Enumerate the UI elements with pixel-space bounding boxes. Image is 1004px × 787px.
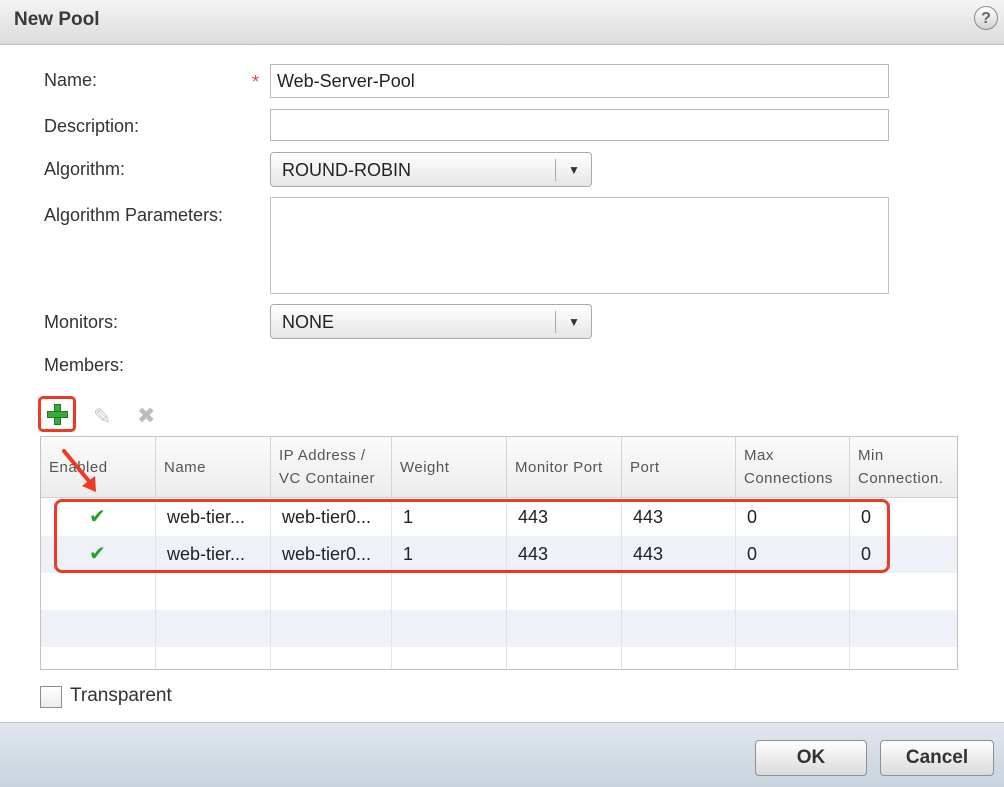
help-icon[interactable]: ? [974, 6, 998, 30]
monitors-select[interactable]: NONE ▼ [270, 304, 592, 339]
member-port: 443 [622, 536, 736, 573]
column-header-name[interactable]: Name [156, 437, 271, 497]
table-header: Enabled Name IP Address / VC Container W… [41, 437, 957, 498]
table-row[interactable]: ✔ web-tier... web-tier0... 1 443 443 0 0 [41, 499, 957, 536]
column-header-ip-address[interactable]: IP Address / VC Container [271, 437, 392, 497]
empty-table-row [41, 610, 957, 647]
empty-cell [622, 573, 736, 610]
enabled-check-icon[interactable]: ✔ [41, 499, 156, 536]
column-header-monitor-port[interactable]: Monitor Port [507, 437, 622, 497]
empty-cell [392, 647, 507, 669]
empty-cell [156, 573, 271, 610]
name-input[interactable] [270, 64, 889, 98]
member-monitor-port: 443 [507, 499, 622, 536]
member-port: 443 [622, 499, 736, 536]
empty-cell [156, 647, 271, 669]
member-weight: 1 [392, 536, 507, 573]
member-max-connections: 0 [736, 499, 850, 536]
empty-cell [736, 573, 850, 610]
algorithm-select[interactable]: ROUND-ROBIN ▼ [270, 152, 592, 187]
member-min-connections: 0 [861, 544, 872, 564]
empty-cell [850, 610, 957, 647]
name-label: Name: [44, 70, 98, 90]
empty-cell [392, 573, 507, 610]
description-input[interactable] [270, 109, 889, 141]
empty-cell [41, 647, 156, 669]
algorithm-parameters-input[interactable] [270, 197, 889, 294]
dialog-titlebar: New Pool ? [0, 0, 1004, 45]
column-header-min-connections[interactable]: Min Connection. [850, 437, 957, 497]
x-icon[interactable]: ✖ [137, 403, 155, 429]
empty-table-row [41, 647, 957, 669]
monitors-value: NONE [282, 312, 335, 332]
pencil-icon[interactable]: ✎ [93, 404, 111, 430]
empty-cell [156, 610, 271, 647]
member-weight: 1 [392, 499, 507, 536]
empty-cell [271, 647, 392, 669]
empty-cell [850, 647, 957, 669]
member-ip: web-tier0... [271, 499, 392, 536]
empty-cell [507, 610, 622, 647]
members-table: Enabled Name IP Address / VC Container W… [40, 436, 958, 670]
plus-icon [47, 404, 68, 425]
empty-cell [271, 610, 392, 647]
empty-cell [736, 647, 850, 669]
empty-cell [736, 610, 850, 647]
combo-divider [555, 311, 556, 333]
annotation-arrow-icon [62, 449, 96, 492]
add-member-button[interactable] [38, 396, 76, 432]
empty-cell [507, 573, 622, 610]
required-icon: * [252, 72, 260, 92]
member-max-connections: 0 [736, 536, 850, 573]
column-header-weight[interactable]: Weight [392, 437, 507, 497]
empty-cell [622, 647, 736, 669]
empty-cell [41, 610, 156, 647]
empty-cell [41, 573, 156, 610]
description-label: Description: [44, 116, 140, 136]
chevron-down-icon[interactable]: ▼ [561, 313, 587, 331]
member-name: web-tier... [156, 499, 271, 536]
empty-cell [392, 610, 507, 647]
member-monitor-port: 443 [507, 536, 622, 573]
empty-cell [507, 647, 622, 669]
member-min-connections: 0 [861, 507, 872, 527]
member-name: web-tier... [156, 536, 271, 573]
cancel-button[interactable]: Cancel [880, 740, 994, 776]
empty-cell [850, 573, 957, 610]
members-label: Members: [44, 355, 125, 375]
enabled-check-icon[interactable]: ✔ [41, 536, 156, 573]
column-header-port[interactable]: Port [622, 437, 736, 497]
monitors-label: Monitors: [44, 312, 119, 332]
empty-cell [622, 610, 736, 647]
algorithm-value: ROUND-ROBIN [282, 160, 411, 180]
combo-divider [555, 159, 556, 181]
transparent-label: Transparent [70, 685, 172, 706]
ok-button[interactable]: OK [755, 740, 867, 776]
member-ip: web-tier0... [271, 536, 392, 573]
empty-table-row [41, 573, 957, 610]
table-row[interactable]: ✔ web-tier... web-tier0... 1 443 443 0 0 [41, 536, 957, 573]
algorithm-parameters-label: Algorithm Parameters: [44, 205, 224, 225]
chevron-down-icon[interactable]: ▼ [561, 161, 587, 179]
dialog-title: New Pool [14, 9, 100, 30]
algorithm-label: Algorithm: [44, 159, 126, 179]
transparent-checkbox[interactable] [40, 686, 62, 708]
empty-cell [271, 573, 392, 610]
column-header-max-connections[interactable]: Max Connections [736, 437, 850, 497]
